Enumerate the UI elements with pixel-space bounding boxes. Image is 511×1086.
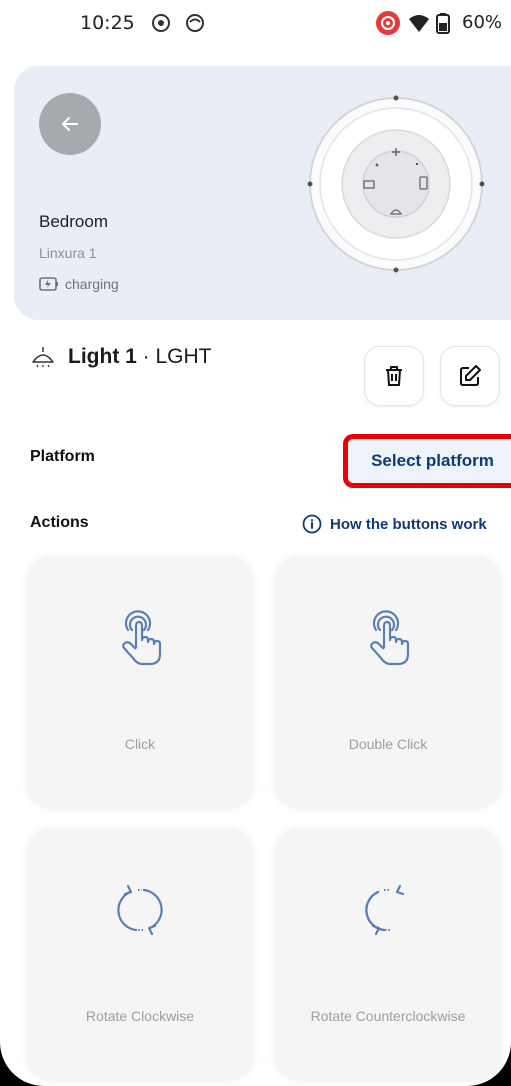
action-tile-click[interactable]: Click: [27, 556, 253, 806]
select-platform-button[interactable]: Select platform: [343, 434, 511, 488]
cast-alert-icon: [376, 11, 400, 35]
device-name: Linxura 1: [39, 245, 97, 261]
info-icon: [302, 514, 322, 534]
edit-icon: [460, 365, 481, 386]
battery-icon: [436, 13, 450, 34]
back-button[interactable]: [39, 93, 101, 155]
charging-battery-icon: [39, 277, 58, 291]
how-buttons-work-text: How the buttons work: [330, 515, 487, 533]
rotate-counterclockwise-icon: [365, 884, 405, 936]
action-tile-rotate-clockwise[interactable]: Rotate Clockwise: [27, 828, 253, 1078]
light-title-row: Light 1 · LGHT: [30, 345, 212, 369]
ceiling-light-icon: [32, 347, 54, 368]
trash-icon: [386, 366, 402, 386]
delete-button[interactable]: [364, 346, 424, 406]
status-time: 10:25: [80, 12, 135, 34]
light-separator: ·: [136, 345, 156, 368]
select-platform-label: Select platform: [371, 451, 494, 470]
battery-status: charging: [39, 276, 119, 292]
edit-button[interactable]: [440, 346, 500, 406]
screen: 10:25 60% Bedroom Linxura 1 charging Lig…: [0, 0, 511, 1086]
action-tile-label: Click: [124, 736, 156, 752]
record-icon: [152, 14, 170, 32]
device-image: [307, 95, 485, 273]
arrow-left-icon: [62, 117, 78, 131]
tap-icon: [370, 610, 410, 666]
wifi-icon: [409, 15, 429, 32]
action-tile-label: Rotate Clockwise: [85, 1008, 195, 1024]
light-code: LGHT: [155, 345, 212, 368]
action-tile-label: Rotate Counterclockwise: [310, 1008, 466, 1024]
status-bar: 10:25 60%: [0, 0, 511, 56]
platform-label: Platform: [30, 448, 95, 465]
actions-label: Actions: [30, 514, 89, 531]
action-tile-double-click[interactable]: Double Click: [275, 556, 501, 806]
battery-status-text: charging: [65, 276, 119, 292]
action-tile-label: Double Click: [348, 736, 428, 752]
rotate-clockwise-icon: [117, 884, 163, 936]
app-notification-icon: [186, 14, 204, 32]
battery-percent: 60%: [462, 12, 503, 33]
tap-icon: [122, 610, 162, 666]
light-name: Light 1: [68, 345, 137, 368]
how-buttons-work-link[interactable]: How the buttons work: [302, 514, 487, 534]
room-name: Bedroom: [39, 212, 108, 231]
action-tile-rotate-counterclockwise[interactable]: Rotate Counterclockwise: [275, 828, 501, 1078]
